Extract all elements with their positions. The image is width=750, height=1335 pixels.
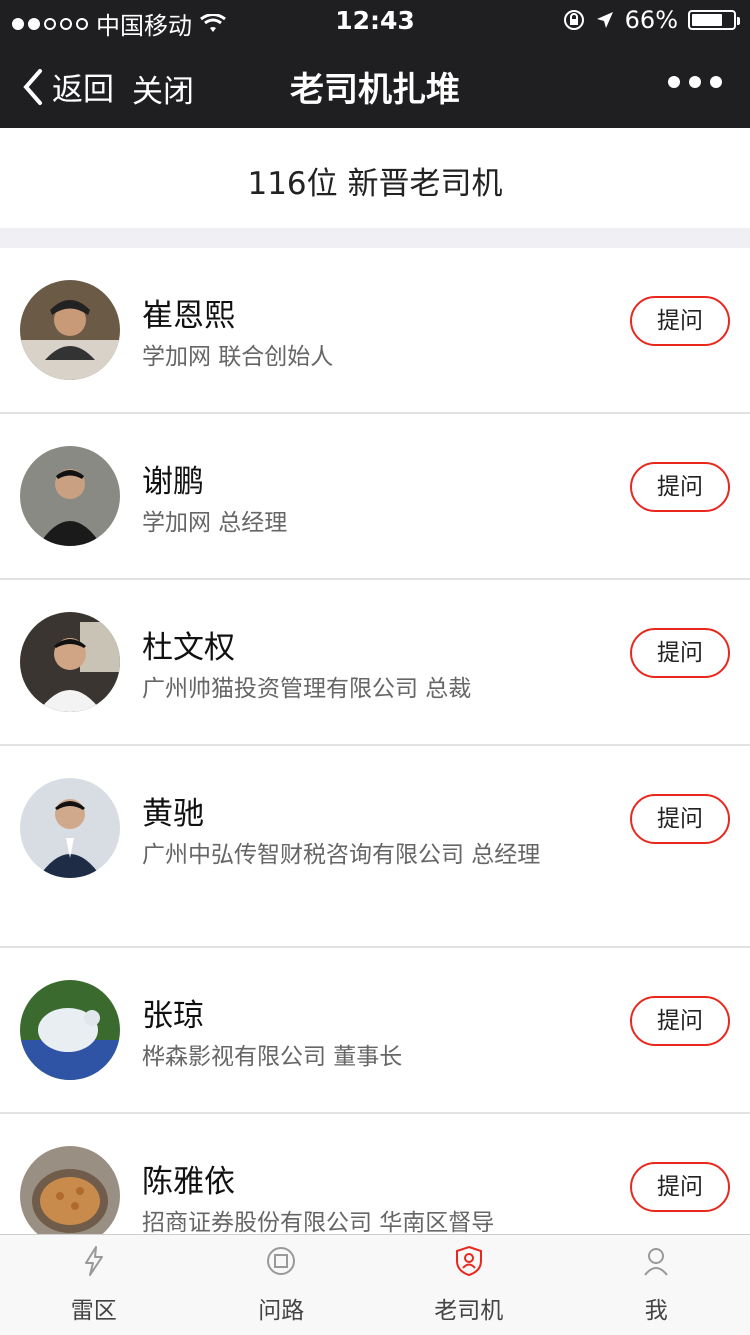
driver-title: 学加网 总经理 [142, 506, 542, 540]
more-dot-icon [710, 76, 722, 88]
avatar[interactable] [20, 980, 120, 1080]
status-bar: 中国移动 12:43 66% [0, 0, 750, 40]
tab-label: 雷区 [0, 1291, 188, 1325]
tab-leiqu[interactable]: 雷区 [0, 1235, 188, 1335]
driver-item[interactable]: 谢鹏 学加网 总经理 提问 [0, 414, 750, 580]
avatar[interactable] [20, 612, 120, 712]
tab-wenlu[interactable]: 问路 [188, 1235, 376, 1335]
ask-button[interactable]: 提问 [630, 296, 730, 346]
tab-bar: 雷区 问路 老司机 我 [0, 1234, 750, 1335]
driver-name: 陈雅依 [142, 1156, 235, 1201]
avatar[interactable] [20, 778, 120, 878]
person-icon [640, 1245, 672, 1277]
orientation-lock-icon [563, 9, 585, 31]
driver-list: 崔恩熙 学加网 联合创始人 提问 谢鹏 学加网 总经理 提问 杜文权 广州帅猫投… [0, 248, 750, 1280]
driver-count-header: 116位 新晋老司机 [0, 128, 750, 228]
driver-badge-icon [453, 1245, 485, 1277]
location-arrow-icon [595, 10, 615, 30]
tab-label: 老司机 [375, 1291, 563, 1325]
ask-button[interactable]: 提问 [630, 628, 730, 678]
driver-count-text: 116位 新晋老司机 [0, 158, 750, 203]
ask-button[interactable]: 提问 [630, 462, 730, 512]
driver-item[interactable]: 张琼 桦森影视有限公司 董事长 提问 [0, 948, 750, 1114]
driver-name: 杜文权 [142, 622, 235, 667]
tab-label: 我 [563, 1291, 750, 1325]
driver-title: 桦森影视有限公司 董事长 [142, 1040, 542, 1074]
lightning-icon [78, 1245, 110, 1277]
nav-bar: 返回 关闭 老司机扎堆 [0, 40, 750, 128]
more-dot-icon [668, 76, 680, 88]
ask-button[interactable]: 提问 [630, 996, 730, 1046]
avatar[interactable] [20, 446, 120, 546]
section-divider [0, 228, 750, 248]
more-dot-icon [689, 76, 701, 88]
ask-button[interactable]: 提问 [630, 1162, 730, 1212]
tab-me[interactable]: 我 [563, 1235, 750, 1335]
driver-item[interactable]: 黄驰 广州中弘传智财税咨询有限公司 总经理 提问 [0, 746, 750, 948]
more-button[interactable] [668, 76, 722, 88]
driver-name: 崔恩熙 [142, 290, 235, 335]
ask-button[interactable]: 提问 [630, 794, 730, 844]
top-bar: 中国移动 12:43 66% 返回 [0, 0, 750, 128]
battery-percent: 66% [625, 6, 678, 34]
driver-title: 广州帅猫投资管理有限公司 总裁 [142, 672, 542, 706]
driver-title: 广州中弘传智财税咨询有限公司 总经理 [142, 838, 542, 872]
tab-laosiji[interactable]: 老司机 [375, 1235, 563, 1335]
page-title: 老司机扎堆 [0, 62, 750, 111]
battery-icon [688, 10, 736, 30]
driver-name: 张琼 [142, 990, 204, 1035]
driver-title: 学加网 联合创始人 [142, 340, 542, 374]
avatar[interactable] [20, 1146, 120, 1246]
driver-item[interactable]: 杜文权 广州帅猫投资管理有限公司 总裁 提问 [0, 580, 750, 746]
driver-name: 谢鹏 [142, 456, 204, 501]
driver-item[interactable]: 崔恩熙 学加网 联合创始人 提问 [0, 248, 750, 414]
tab-label: 问路 [188, 1291, 376, 1325]
question-icon [265, 1245, 297, 1277]
avatar[interactable] [20, 280, 120, 380]
driver-name: 黄驰 [142, 788, 204, 833]
